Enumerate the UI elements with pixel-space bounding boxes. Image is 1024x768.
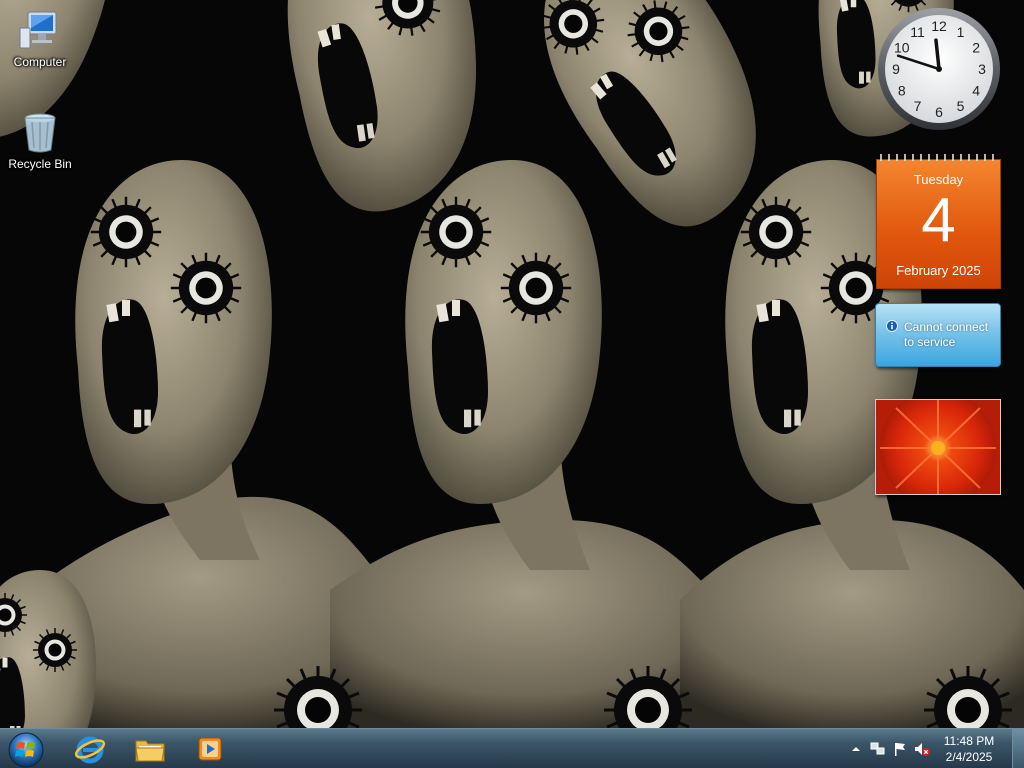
windows-orb-icon bbox=[8, 732, 44, 768]
clock-numeral: 5 bbox=[957, 98, 965, 114]
taskbar-date: 2/4/2025 bbox=[945, 750, 993, 764]
computer-icon bbox=[19, 11, 57, 49]
wallpaper bbox=[0, 0, 1024, 728]
show-desktop-button[interactable] bbox=[1012, 729, 1024, 768]
start-button[interactable] bbox=[0, 729, 54, 768]
clock-numeral: 2 bbox=[972, 40, 980, 56]
clock-numeral: 12 bbox=[931, 18, 947, 34]
taskbar-internet-explorer[interactable] bbox=[60, 729, 120, 768]
desktop-icon-label: Recycle Bin bbox=[8, 157, 72, 171]
info-icon bbox=[886, 320, 898, 332]
calendar-month-year: February 2025 bbox=[896, 263, 981, 278]
weather-message-line-2: to service bbox=[904, 335, 956, 349]
show-hidden-icons-arrow-icon[interactable] bbox=[848, 741, 864, 757]
weather-message-line-1: Cannot connect bbox=[904, 320, 989, 334]
desktop-icon-label: Computer bbox=[13, 55, 67, 69]
taskbar: 11:48 PM 2/4/2025 bbox=[0, 728, 1024, 768]
desktop-icon-computer[interactable]: Computer bbox=[0, 8, 80, 69]
taskbar-time: 11:48 PM bbox=[943, 734, 995, 748]
notification-area: 11:48 PM 2/4/2025 bbox=[834, 729, 1024, 768]
desktop-icon-recycle-bin[interactable]: Recycle Bin bbox=[0, 110, 80, 171]
taskbar-media-player[interactable] bbox=[180, 729, 240, 768]
folder-icon bbox=[135, 740, 165, 762]
calendar-page: Tuesday 4 February 2025 bbox=[876, 159, 1001, 289]
taskbar-windows-explorer[interactable] bbox=[120, 729, 180, 768]
clock-numeral: 7 bbox=[914, 98, 922, 114]
action-center-flag-icon[interactable] bbox=[892, 741, 908, 757]
calendar-day-number: 4 bbox=[921, 186, 956, 255]
clock-numeral: 3 bbox=[978, 61, 986, 77]
red-flower-photo bbox=[876, 400, 1000, 494]
taskbar-clock[interactable]: 11:48 PM 2/4/2025 bbox=[934, 733, 1004, 765]
weather-gadget[interactable]: Cannot connect to service bbox=[875, 303, 1001, 367]
clock-numeral: 10 bbox=[894, 40, 910, 56]
calendar-day-name: Tuesday bbox=[913, 172, 964, 187]
media-player-icon bbox=[198, 737, 222, 761]
volume-muted-icon[interactable] bbox=[914, 741, 930, 757]
internet-explorer-icon bbox=[74, 736, 106, 764]
network-icon[interactable] bbox=[870, 741, 886, 757]
clock-numeral: 9 bbox=[892, 61, 900, 77]
clock-numeral: 4 bbox=[972, 83, 980, 99]
calendar-binding-rings bbox=[880, 154, 994, 161]
analog-clock-face: 12 12 3 45678 9 1011 bbox=[878, 8, 1000, 130]
slideshow-gadget[interactable] bbox=[875, 399, 1001, 495]
weather-error-message: Cannot connect to service bbox=[904, 320, 988, 350]
calendar-gadget[interactable]: Tuesday 4 February 2025 bbox=[875, 151, 1001, 289]
desktop: Computer Recycle Bin 12 1 2 3 4 5 6 7 8 … bbox=[0, 0, 1024, 728]
clock-numeral: 6 bbox=[935, 104, 943, 120]
clock-numeral: 11 bbox=[910, 24, 925, 40]
clock-numeral: 8 bbox=[898, 83, 906, 99]
clock-numeral: 1 bbox=[957, 24, 965, 40]
clock-gadget[interactable]: 12 1 2 3 4 5 6 7 8 9 10 11 bbox=[876, 6, 1002, 132]
recycle-bin-icon bbox=[24, 113, 56, 153]
